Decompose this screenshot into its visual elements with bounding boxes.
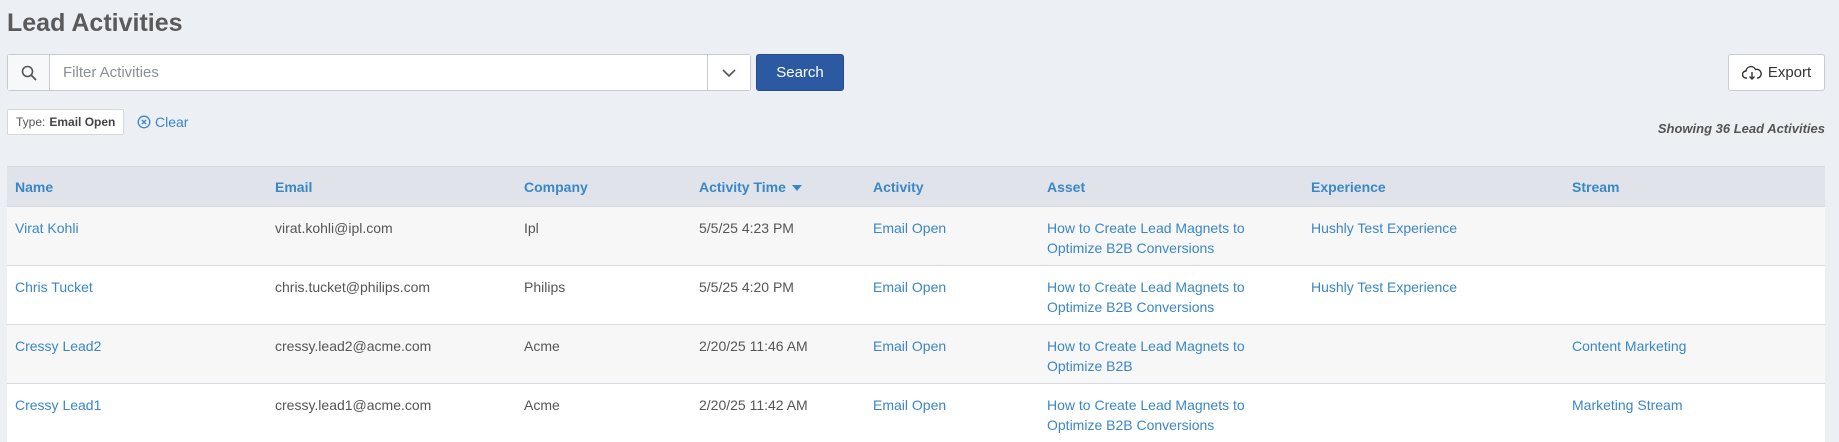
column-header-activity-time[interactable]: Activity Time <box>699 179 802 195</box>
activity-link[interactable]: Email Open <box>873 336 946 356</box>
column-header-company[interactable]: Company <box>524 179 588 195</box>
lead-company: Ipl <box>524 220 539 236</box>
lead-email: chris.tucket@philips.com <box>275 279 431 295</box>
column-header-name[interactable]: Name <box>15 179 53 195</box>
lead-name-link[interactable]: Cressy Lead2 <box>15 336 101 356</box>
lead-company: Acme <box>524 338 560 354</box>
table-row: Virat Kohli virat.kohli@ipl.com Ipl 5/5/… <box>7 206 1825 265</box>
filter-type-label: Type: <box>16 115 46 129</box>
stream-link[interactable]: Marketing Stream <box>1572 395 1682 415</box>
activity-link[interactable]: Email Open <box>873 218 946 238</box>
showing-count: Showing 36 Lead Activities <box>1657 121 1825 136</box>
column-header-asset[interactable]: Asset <box>1047 179 1277 195</box>
clear-label: Clear <box>155 114 189 130</box>
activity-link[interactable]: Email Open <box>873 395 946 415</box>
lead-email: cressy.lead2@acme.com <box>275 338 432 354</box>
asset-link[interactable]: How to Create Lead Magnets to Optimize B… <box>1047 336 1277 376</box>
filter-chip[interactable]: Type: Email Open <box>7 109 125 135</box>
asset-link[interactable]: How to Create Lead Magnets to Optimize B… <box>1047 277 1277 317</box>
column-header-email[interactable]: Email <box>275 179 312 195</box>
search-icon[interactable] <box>8 55 50 90</box>
activity-time: 2/20/25 11:46 AM <box>699 338 808 354</box>
cloud-download-icon <box>1741 65 1762 80</box>
filter-type-value: Email Open <box>49 115 116 129</box>
chevron-down-icon <box>722 68 736 77</box>
column-header-activity-time-label: Activity Time <box>699 179 786 195</box>
table-row: Cressy Lead1 cressy.lead1@acme.com Acme … <box>7 383 1825 442</box>
table-header: Name Email Company Activity Time Activit… <box>7 166 1825 206</box>
lead-email: virat.kohli@ipl.com <box>275 220 393 236</box>
experience-link[interactable]: Hushly Test Experience <box>1311 277 1457 297</box>
export-label: Export <box>1767 64 1812 81</box>
export-button[interactable]: Export <box>1728 54 1825 91</box>
activity-link[interactable]: Email Open <box>873 277 946 297</box>
experience-link[interactable]: Hushly Test Experience <box>1311 218 1457 238</box>
activity-time: 5/5/25 4:23 PM <box>699 220 794 236</box>
asset-link[interactable]: How to Create Lead Magnets to Optimize B… <box>1047 395 1277 435</box>
asset-link[interactable]: How to Create Lead Magnets to Optimize B… <box>1047 218 1277 258</box>
search-input[interactable] <box>50 55 707 90</box>
clear-filter-link[interactable]: Clear <box>137 114 188 130</box>
activity-time: 5/5/25 4:20 PM <box>699 279 794 295</box>
column-header-stream[interactable]: Stream <box>1572 179 1619 195</box>
lead-company: Philips <box>524 279 566 295</box>
close-circle-icon <box>137 115 151 129</box>
lead-company: Acme <box>524 397 560 413</box>
table-row: Cressy Lead2 cressy.lead2@acme.com Acme … <box>7 324 1825 383</box>
column-header-activity[interactable]: Activity <box>873 179 924 195</box>
page-title: Lead Activities <box>7 9 183 37</box>
search-button[interactable]: Search <box>756 54 844 91</box>
activities-table: Name Email Company Activity Time Activit… <box>7 166 1825 442</box>
lead-name-link[interactable]: Cressy Lead1 <box>15 395 101 415</box>
activity-time: 2/20/25 11:42 AM <box>699 397 808 413</box>
column-header-experience[interactable]: Experience <box>1311 179 1386 195</box>
lead-name-link[interactable]: Virat Kohli <box>15 218 79 238</box>
table-row: Chris Tucket chris.tucket@philips.com Ph… <box>7 265 1825 324</box>
sort-desc-icon <box>791 185 802 192</box>
lead-email: cressy.lead1@acme.com <box>275 397 432 413</box>
stream-link[interactable]: Content Marketing <box>1572 336 1686 356</box>
search-bar <box>7 54 751 91</box>
lead-name-link[interactable]: Chris Tucket <box>15 277 93 297</box>
search-dropdown-toggle[interactable] <box>707 55 750 90</box>
